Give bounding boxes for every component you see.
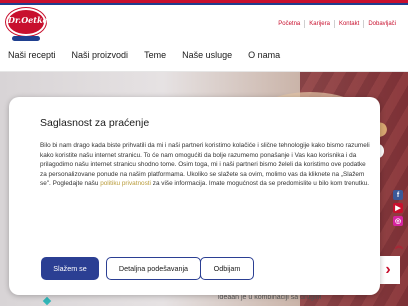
reject-button[interactable]: Odbijam (200, 257, 254, 280)
nav-item-topics[interactable]: Teme (144, 50, 166, 60)
privacy-policy-link[interactable]: politiku privatnosti (100, 180, 151, 187)
main-nav: Naši recepti Naši proizvodi Teme Naše us… (0, 50, 288, 60)
nav-item-about[interactable]: O nama (248, 50, 280, 60)
scroll-top-icon[interactable]: ︽ (393, 240, 405, 250)
top-stripe-blue (0, 3, 408, 5)
accept-button[interactable]: Slažem se (41, 257, 99, 280)
brand-logo[interactable]: Dr.Oetker (6, 6, 52, 42)
nav-item-recipes[interactable]: Naši recepti (8, 50, 56, 60)
hero-decoration (42, 296, 52, 306)
cookie-consent-dialog: Saglasnost za praćenje Bilo bi nam drago… (9, 97, 380, 295)
facebook-icon[interactable]: f (393, 190, 403, 200)
detailed-settings-button[interactable]: Detaljna podešavanja (106, 257, 201, 280)
top-link-contact[interactable]: Kontakt (333, 20, 363, 28)
social-bar: f ▶ ◎ (393, 190, 405, 229)
top-links: Početna Karijera Kontakt Dobavljači (274, 20, 400, 28)
hero-caption: ideaan je u kombinaciji sa drugim (218, 294, 322, 301)
top-link-home[interactable]: Početna (274, 20, 304, 28)
logo-text: Dr.Oetker (8, 15, 52, 25)
instagram-icon[interactable]: ◎ (393, 216, 403, 226)
consent-title: Saglasnost za praćenje (40, 117, 150, 129)
consent-text: Bilo bi nam drago kada biste prihvatili … (40, 141, 370, 189)
nav-item-services[interactable]: Naše usluge (182, 50, 232, 60)
top-link-suppliers[interactable]: Dobavljači (363, 20, 400, 28)
top-link-career[interactable]: Karijera (304, 20, 334, 28)
logo-underline (12, 36, 40, 41)
youtube-icon[interactable]: ▶ (393, 203, 403, 213)
consent-text-end: za više informacija. Imate mogućnost da … (152, 180, 370, 188)
nav-item-products[interactable]: Naši proizvodi (72, 50, 129, 60)
